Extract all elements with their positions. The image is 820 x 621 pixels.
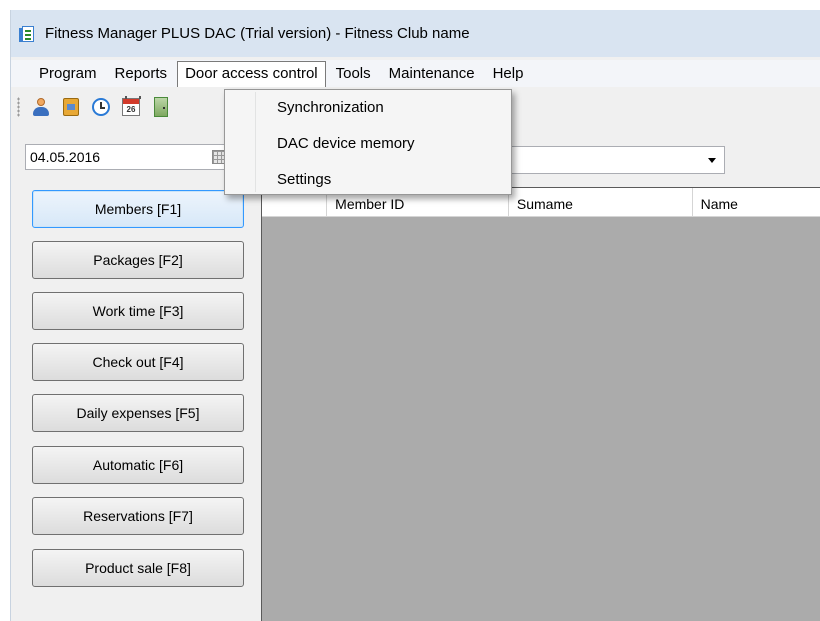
column-header-name[interactable]: Name <box>693 188 820 216</box>
members-grid[interactable]: Member ID Sumame Name <box>261 187 820 621</box>
members-button[interactable]: Members [F1] <box>32 190 244 228</box>
window-title: Fitness Manager PLUS DAC (Trial version)… <box>45 25 470 42</box>
calendar-icon[interactable]: 26 <box>120 96 142 118</box>
app-icon <box>19 25 37 43</box>
chevron-down-icon[interactable] <box>708 158 716 163</box>
reservations-button[interactable]: Reservations [F7] <box>32 497 244 535</box>
menu-tools[interactable]: Tools <box>328 61 379 87</box>
menu-door-access-control[interactable]: Door access control <box>177 60 326 87</box>
app-window: Fitness Manager PLUS DAC (Trial version)… <box>10 10 820 621</box>
door-access-control-menu: Synchronization DAC device memory Settin… <box>224 89 512 195</box>
menu-item-dac-device-memory[interactable]: DAC device memory <box>277 135 415 152</box>
menu-maintenance[interactable]: Maintenance <box>381 61 483 87</box>
person-icon[interactable] <box>30 96 52 118</box>
daily-expenses-button[interactable]: Daily expenses [F5] <box>32 394 244 432</box>
menu-item-settings[interactable]: Settings <box>277 171 331 188</box>
clock-icon[interactable] <box>90 96 112 118</box>
calendar-icon-day: 26 <box>122 96 141 116</box>
menu-program[interactable]: Program <box>31 61 105 87</box>
door-icon[interactable] <box>150 96 172 118</box>
product-sale-button[interactable]: Product sale [F8] <box>32 549 244 587</box>
check-out-button[interactable]: Check out [F4] <box>32 343 244 381</box>
date-picker[interactable]: 04.05.2016 <box>25 144 233 170</box>
date-value: 04.05.2016 <box>30 149 101 165</box>
menu-help[interactable]: Help <box>485 61 532 87</box>
packages-button[interactable]: Packages [F2] <box>32 241 244 279</box>
automatic-button[interactable]: Automatic [F6] <box>32 446 244 484</box>
work-time-button[interactable]: Work time [F3] <box>32 292 244 330</box>
toolbar-grip[interactable] <box>17 97 20 117</box>
menu-reports[interactable]: Reports <box>107 61 176 87</box>
menu-bar: Program Reports Door access control Tool… <box>11 60 820 87</box>
book-icon[interactable] <box>60 96 82 118</box>
title-bar[interactable]: Fitness Manager PLUS DAC (Trial version)… <box>11 10 820 57</box>
menu-item-synchronization[interactable]: Synchronization <box>277 99 384 116</box>
column-header-surname[interactable]: Sumame <box>509 188 693 216</box>
